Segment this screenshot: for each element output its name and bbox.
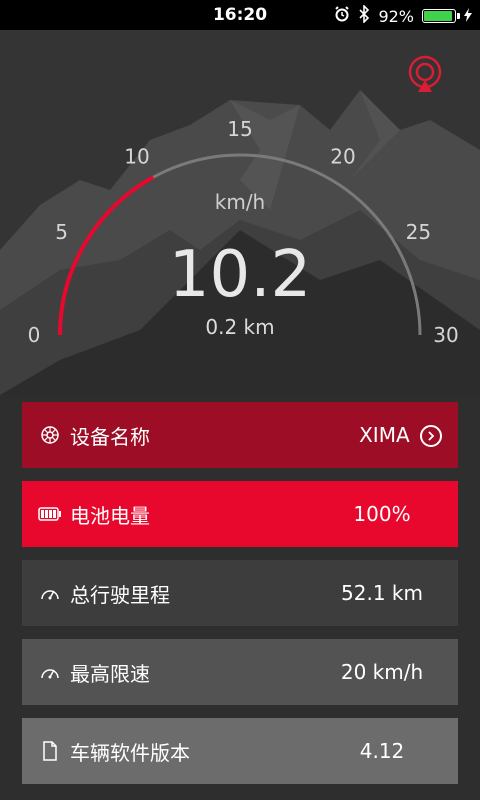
battery-level-value: 100% (353, 502, 411, 526)
bluetooth-icon (358, 4, 370, 27)
battery-percent: 92% (378, 6, 414, 26)
charging-icon (464, 7, 472, 26)
software-version-value: 4.12 (359, 739, 405, 763)
broadcast-icon (408, 55, 442, 92)
gauge-tick-label: 15 (227, 117, 252, 141)
speed-limit-row[interactable]: 最高限速 20 km/h (22, 639, 458, 705)
total-mileage-value: 52.1 km (341, 581, 423, 605)
speed-unit: km/h (214, 190, 266, 214)
row-label: 电池电量 (70, 503, 150, 528)
gauge-tick-label: 20 (330, 145, 355, 169)
row-label: 车辆软件版本 (70, 740, 190, 765)
signal-broadcast-button[interactable] (406, 54, 444, 94)
row-label: 总行驶里程 (70, 582, 170, 607)
gauge-tick-label: 10 (124, 145, 149, 169)
battery-level-row: 电池电量 100% (22, 481, 458, 547)
speedometer-icon (38, 581, 62, 605)
row-label: 设备名称 (70, 424, 150, 449)
total-mileage-row: 总行驶里程 52.1 km (22, 560, 458, 626)
speedometer-panel: 0 5 10 15 20 25 30 km/h 10.2 0.2 km (0, 30, 480, 395)
settings-wheel-icon (38, 423, 62, 447)
trip-distance: 0.2 km (205, 315, 275, 339)
document-icon (38, 739, 62, 763)
battery-icon (422, 9, 460, 23)
device-name-row[interactable]: 设备名称 XIMA (22, 402, 458, 468)
battery-icon (38, 502, 62, 526)
software-version-row: 车辆软件版本 4.12 (22, 718, 458, 784)
alarm-icon (334, 6, 350, 26)
speed-limit-value: 20 km/h (340, 660, 424, 684)
speedometer-icon (38, 660, 62, 684)
device-name-value: XIMA (359, 422, 410, 447)
row-label: 最高限速 (70, 661, 150, 686)
status-icons: 92% (334, 4, 472, 27)
status-bar: 16:20 92% (0, 0, 480, 30)
chevron-right-icon (420, 425, 442, 448)
speed-value: 10.2 (168, 238, 312, 312)
